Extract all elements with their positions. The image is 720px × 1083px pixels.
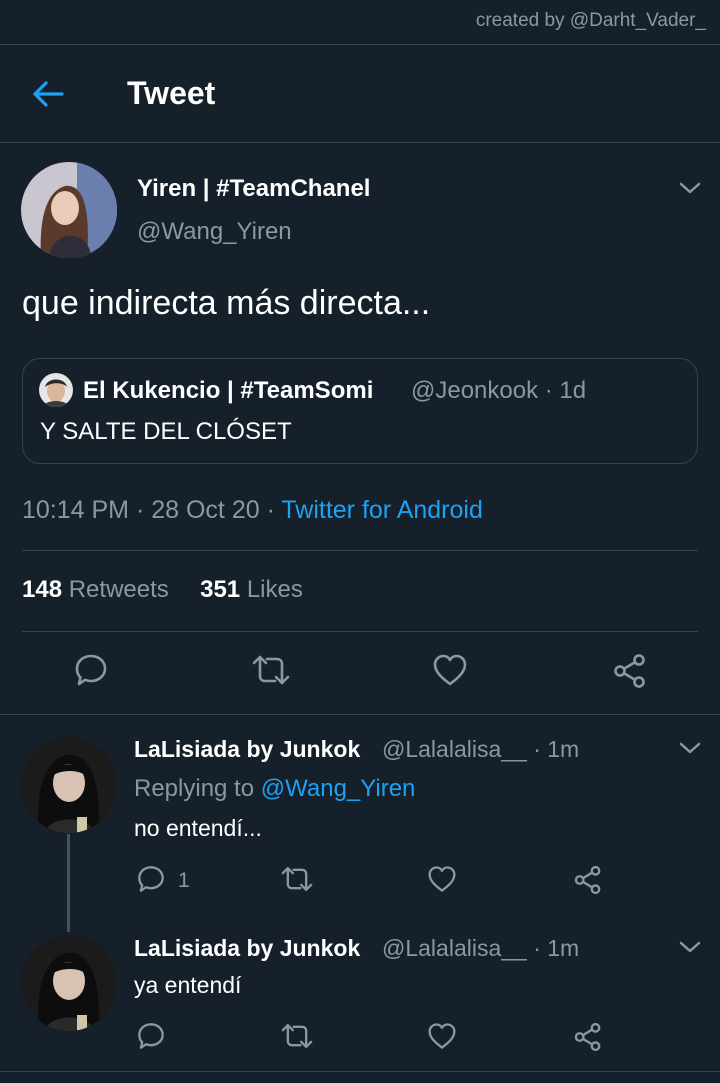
reply-text: no entendí...: [134, 815, 262, 841]
retweet-icon: [281, 867, 313, 891]
comment-icon: [138, 1023, 164, 1049]
retweets-stat[interactable]: 148 Retweets: [22, 576, 169, 603]
retweet-button[interactable]: [280, 864, 314, 894]
quoted-tweet-text: Y SALTE DEL CLÓSET: [40, 418, 292, 445]
likes-label: Likes: [240, 576, 303, 603]
share-button[interactable]: [573, 865, 603, 895]
author-handle[interactable]: @Wang_Yiren: [137, 218, 292, 246]
reply-author-name[interactable]: LaLisiada by Junkok: [134, 736, 360, 763]
source-link[interactable]: Twitter for Android: [281, 496, 482, 524]
quoted-tweet[interactable]: El Kukencio | #TeamSomi @Jeonkook · 1d Y…: [22, 358, 698, 464]
watermark: created by @Darht_Vader_: [475, 10, 706, 31]
comment-icon: [75, 654, 107, 686]
retweets-label: Retweets: [62, 576, 169, 603]
page-title: Tweet: [127, 75, 216, 111]
avatar[interactable]: [21, 162, 117, 258]
retweet-icon: [281, 1024, 313, 1048]
tweet-stats: 148 Retweets 351 Likes: [22, 576, 303, 604]
reply-button[interactable]: [136, 864, 166, 894]
timestamp-text: 10:14 PM · 28 Oct 20 ·: [22, 496, 282, 524]
divider: [0, 1071, 720, 1072]
heart-icon: [433, 654, 467, 686]
reply-author-handle[interactable]: @Lalalalisa__ · 1m: [382, 736, 579, 763]
arrow-left-icon: [33, 81, 64, 107]
retweet-button[interactable]: [251, 652, 291, 688]
avatar[interactable]: [21, 935, 117, 1031]
share-button[interactable]: [573, 1022, 603, 1052]
share-button[interactable]: [612, 653, 648, 689]
back-button[interactable]: [30, 78, 66, 110]
chevron-down-icon: [679, 941, 701, 953]
reply-button[interactable]: [73, 652, 109, 688]
chevron-down-icon: [679, 182, 701, 194]
reply-text: ya entendí: [134, 972, 242, 998]
replying-to-mention[interactable]: @Wang_Yiren: [261, 775, 416, 802]
divider: [22, 550, 698, 551]
like-button[interactable]: [427, 865, 457, 893]
divider: [0, 714, 720, 715]
share-icon: [574, 1022, 601, 1052]
quoted-author-handle: @Jeonkook · 1d: [411, 377, 587, 404]
share-icon: [614, 654, 645, 688]
reply-options-button[interactable]: [678, 939, 702, 955]
reply-author-name[interactable]: LaLisiada by Junkok: [134, 935, 360, 962]
avatar[interactable]: [21, 737, 117, 833]
likes-stat[interactable]: 351 Likes: [200, 576, 303, 603]
author-name[interactable]: Yiren | #TeamChanel: [137, 175, 370, 203]
retweet-icon: [252, 655, 290, 685]
avatar: [39, 373, 73, 407]
replying-to: Replying to @Wang_Yiren: [134, 775, 415, 803]
divider: [0, 142, 720, 143]
tweet-options-button[interactable]: [678, 180, 702, 196]
divider: [22, 631, 698, 632]
likes-count: 351: [200, 576, 241, 603]
thread-line: [67, 834, 70, 932]
reply-button[interactable]: [136, 1021, 166, 1051]
like-button[interactable]: [432, 653, 468, 687]
replying-to-prefix: Replying to: [134, 775, 261, 802]
chevron-down-icon: [679, 742, 701, 754]
heart-icon: [428, 1023, 456, 1049]
comment-icon: [138, 866, 164, 892]
reply-count: 1: [178, 869, 190, 892]
tweet-timestamp: 10:14 PM · 28 Oct 20 · Twitter for Andro…: [22, 496, 483, 525]
tweet-text: que indirecta más directa...: [22, 284, 431, 322]
header-bar: Tweet: [0, 45, 720, 142]
heart-icon: [428, 866, 456, 892]
quoted-author-name: El Kukencio | #TeamSomi: [83, 377, 374, 404]
retweets-count: 148: [22, 576, 63, 603]
reply-author-handle[interactable]: @Lalalalisa__ · 1m: [382, 935, 579, 962]
share-icon: [574, 865, 601, 895]
reply-options-button[interactable]: [678, 740, 702, 756]
like-button[interactable]: [427, 1022, 457, 1050]
retweet-button[interactable]: [280, 1021, 314, 1051]
